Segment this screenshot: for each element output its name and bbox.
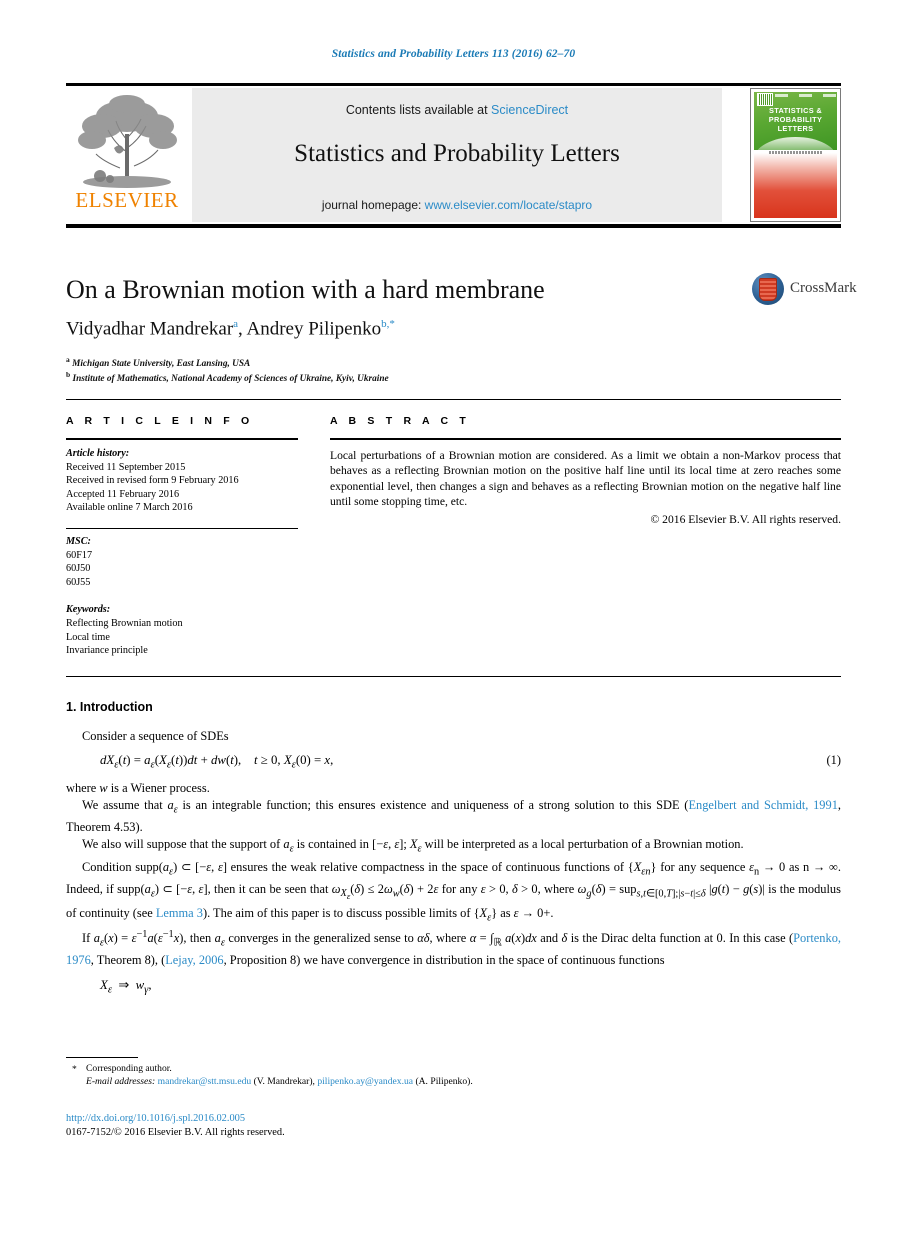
abstract-column: A B S T R A C T Local perturbations of a… <box>330 415 841 526</box>
ref-lemma-3[interactable]: Lemma 3 <box>156 906 203 920</box>
cover-subtitle-rule <box>769 151 822 154</box>
history-item-2: Accepted 11 February 2016 <box>66 488 180 500</box>
cover-top-metadata <box>775 94 836 100</box>
crossmark-book-icon <box>759 278 777 301</box>
crossmark-label: CrossMark <box>790 280 857 296</box>
equation-1-number: (1) <box>826 753 841 768</box>
article-history-label: Article history: <box>66 448 130 459</box>
email-link-pilipenko[interactable]: pilipenko.ay@yandex.ua <box>317 1076 413 1087</box>
paragraph-generalized-sense: If aε(x) = ε−1a(ε−1x), then aε converges… <box>66 929 841 968</box>
ref-engelbert-schmidt[interactable]: Engelbert and Schmidt, 1991 <box>688 798 837 812</box>
corresponding-author-note: Corresponding author. <box>86 1063 172 1074</box>
running-head: Statistics and Probability Letters 113 (… <box>331 48 576 60</box>
abstract-text: Local perturbations of a Brownian motion… <box>330 449 841 508</box>
band-rule-bottom <box>66 676 841 677</box>
msc-block: MSC: 60F17 60J50 60J55 <box>66 535 298 589</box>
keywords-block: Keywords: Reflecting Brownian motion Loc… <box>66 603 298 657</box>
author-list: Vidyadhar Mandrekara, Andrey Pilipenkob,… <box>66 318 395 340</box>
homepage-prefix: journal homepage: <box>321 198 425 212</box>
masthead-rule-bottom <box>66 224 841 228</box>
abstract-copyright: © 2016 Elsevier B.V. All rights reserved… <box>650 513 841 527</box>
affil-marker-a: a <box>233 318 239 330</box>
band-rule-top <box>66 399 841 400</box>
msc-item-2: 60J55 <box>66 576 91 588</box>
keyword-item-2: Invariance principle <box>66 645 148 657</box>
journal-title: Statistics and Probability Letters <box>294 140 620 167</box>
affil-marker-b: b,* <box>381 318 395 330</box>
cover-publisher-icon <box>757 93 773 106</box>
sciencedirect-band: Contents lists available at ScienceDirec… <box>192 88 722 222</box>
article-info-heading: A R T I C L E I N F O <box>66 415 254 427</box>
journal-homepage-line: journal homepage: www.elsevier.com/locat… <box>192 198 722 212</box>
msc-item-1: 60J50 <box>66 563 91 575</box>
cover-title-text: STATISTICS & PROBABILITY LETTERS <box>768 106 823 133</box>
email-name-mandrekar: (V. Mandrekar) <box>253 1076 313 1088</box>
info-separator-1 <box>66 527 298 529</box>
page-title: On a Brownian motion with a hard membran… <box>66 275 545 304</box>
equation-2: Xε ⇒ wγ, <box>66 978 841 996</box>
crossmark-badge[interactable]: CrossMark <box>752 272 857 306</box>
history-item-0: Received 11 September 2015 <box>66 461 186 473</box>
contents-prefix: Contents lists available at <box>345 103 492 117</box>
paragraph-condition-supp: Condition supp(aε) ⊂ [−ε, ε] ensures the… <box>66 859 841 924</box>
footnote-rule <box>66 1057 138 1058</box>
elsevier-wordmark: ELSEVIER <box>75 188 179 212</box>
article-info-column: A R T I C L E I N F O Article history: R… <box>66 415 298 658</box>
abstract-rule <box>330 438 841 440</box>
crossmark-circle-icon <box>752 273 784 305</box>
journal-masthead: ELSEVIER Contents lists available at Sci… <box>66 88 841 222</box>
keywords-label: Keywords: <box>66 604 111 616</box>
history-item-1: Received in revised form 9 February 2016 <box>66 475 239 487</box>
affiliation-b: b Institute of Mathematics, National Aca… <box>66 370 389 385</box>
affiliation-a: a Michigan State University, East Lansin… <box>66 355 251 370</box>
article-info-rule <box>66 438 298 440</box>
masthead-rule-top <box>66 83 841 86</box>
main-body: 1. Introduction Consider a sequence of S… <box>66 700 841 1004</box>
email-label: E-mail addresses: <box>86 1076 156 1088</box>
keyword-item-0: Reflecting Brownian motion <box>66 617 183 629</box>
corresponding-author-marker: * <box>72 1064 77 1075</box>
equation-1: dXε(t) = aε(Xε(t))dt + dw(t), t ≥ 0, Xε(… <box>66 753 841 771</box>
paper-page: Statistics and Probability Letters 113 (… <box>0 0 907 1238</box>
footnote-block: * Corresponding author. E-mail addresses… <box>66 1062 766 1089</box>
msc-label: MSC: <box>66 535 91 547</box>
keyword-item-1: Local time <box>66 631 110 643</box>
doi-link[interactable]: http://dx.doi.org/10.1016/j.spl.2016.02.… <box>66 1113 245 1124</box>
msc-item-0: 60F17 <box>66 549 93 561</box>
section-heading-introduction: 1. Introduction <box>66 700 153 714</box>
elsevier-tree-icon <box>70 90 184 190</box>
paragraph-wiener: where w is a Wiener process. <box>66 780 210 795</box>
equation-2-body: Xε ⇒ wγ, <box>100 977 152 996</box>
email-name-pilipenko: (A. Pilipenko) <box>415 1076 471 1088</box>
abstract-heading: A B S T R A C T <box>330 415 470 427</box>
elsevier-logo: ELSEVIER <box>66 88 188 222</box>
email-link-mandrekar[interactable]: mandrekar@stt.msu.edu <box>158 1076 252 1087</box>
journal-cover-thumbnail[interactable]: STATISTICS & PROBABILITY LETTERS <box>750 88 841 222</box>
equation-1-body: dXε(t) = aε(Xε(t))dt + dw(t), t ≥ 0, Xε(… <box>100 753 334 771</box>
affiliation-a-text: Michigan State University, East Lansing,… <box>72 359 251 370</box>
paragraph-integrable: We assume that aε is an integrable funct… <box>66 798 841 834</box>
cover-red-gradient <box>754 153 837 218</box>
history-item-3: Available online 7 March 2016 <box>66 502 193 514</box>
issn-copyright-line: 0167-7152/© 2016 Elsevier B.V. All right… <box>66 1127 285 1138</box>
journal-homepage-link[interactable]: www.elsevier.com/locate/stapro <box>425 198 592 212</box>
paragraph-consider-sdes: Consider a sequence of SDEs <box>82 729 229 743</box>
contents-available-line: Contents lists available at ScienceDirec… <box>192 103 722 117</box>
affiliation-b-text: Institute of Mathematics, National Acade… <box>72 374 389 385</box>
article-history: Article history: Received 11 September 2… <box>66 447 298 515</box>
ref-lejay[interactable]: Lejay, 2006 <box>165 953 223 967</box>
email-addresses-note: E-mail addresses: mandrekar@stt.msu.edu … <box>86 1076 473 1088</box>
paragraph-support: We also will suppose that the support of… <box>82 837 744 855</box>
sciencedirect-link[interactable]: ScienceDirect <box>491 103 568 117</box>
